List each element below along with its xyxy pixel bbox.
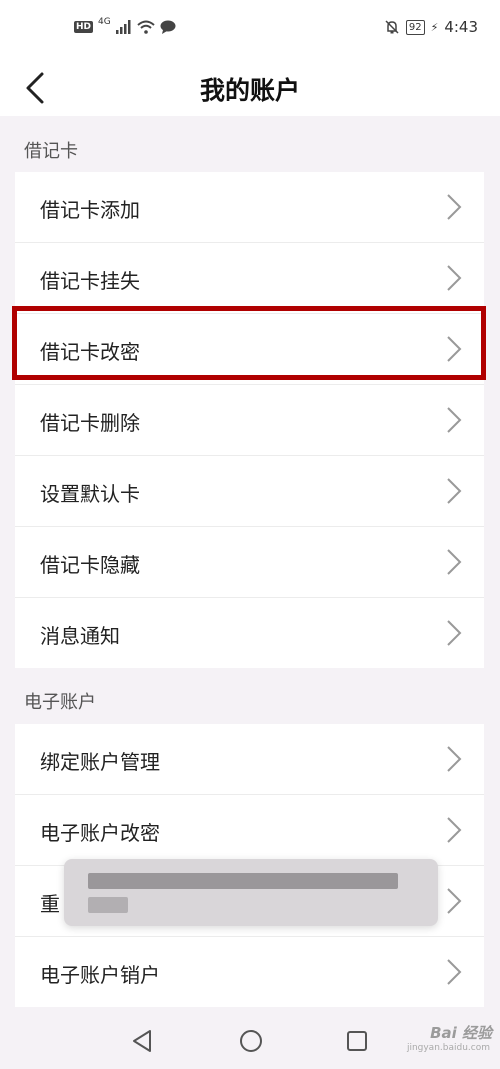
hd-badge: HD [74,21,94,33]
system-home-button[interactable] [236,1026,266,1056]
home-circle-icon [240,1030,262,1052]
list-item-set-default-card[interactable]: 设置默认卡 [15,456,484,527]
list-item-delete-card[interactable]: 借记卡删除 [15,385,484,456]
mute-bell-icon [385,20,399,34]
chevron-right-icon [447,746,462,772]
list-item-report-loss[interactable]: 借记卡挂失 [15,243,484,314]
section-header-debit-card: 借记卡 [24,141,78,162]
watermark-url: jingyan.baidu.com [406,1043,490,1053]
chevron-right-icon [447,959,462,985]
section-header-e-account: 电子账户 [24,692,96,713]
list-item-hide-card[interactable]: 借记卡隐藏 [15,527,484,598]
chevron-right-icon [447,407,462,433]
status-bar: HD 4G 92 ⚡ 4:43 [0,0,500,58]
blurred-text [88,897,128,913]
blurred-toast [64,859,438,926]
status-right: 92 ⚡ 4:43 [384,18,478,36]
list-item-label: 设置默认卡 [40,482,140,506]
list-item-add-debit-card[interactable]: 借记卡添加 [15,172,484,243]
list-item-label: 绑定账户管理 [40,750,160,774]
debit-card-group: 借记卡添加 借记卡挂失 借记卡改密 借记卡删除 设置默认卡 借记卡隐藏 消息通知 [15,172,484,668]
wifi-icon [137,20,155,34]
list-item-label: 重 [40,892,60,916]
list-item-bind-account[interactable]: 绑定账户管理 [15,724,484,795]
chevron-right-icon [447,817,462,843]
list-item-label: 借记卡改密 [40,340,140,364]
signal-icon [115,20,131,34]
watermark-logo: Bai 经验 [430,1024,492,1042]
list-item-label: 借记卡添加 [40,198,140,222]
chevron-right-icon [447,888,462,914]
chevron-right-icon [447,265,462,291]
list-item-label: 借记卡隐藏 [40,553,140,577]
system-nav-bar [0,1014,500,1069]
list-item-label: 消息通知 [40,624,120,648]
list-item-notifications[interactable]: 消息通知 [15,598,484,668]
system-recents-button[interactable] [342,1026,372,1056]
message-icon [160,20,176,34]
system-back-button[interactable] [128,1026,158,1056]
back-triangle-icon [133,1030,151,1052]
list-item-label: 电子账户销户 [40,963,160,987]
charging-icon: ⚡ [430,20,439,34]
clock: 4:43 [444,18,478,36]
network-type: 4G [98,17,111,27]
recents-square-icon [347,1031,367,1051]
chevron-right-icon [447,478,462,504]
chevron-right-icon [447,194,462,220]
nav-bar: 我的账户 [0,58,500,116]
chevron-right-icon [447,549,462,575]
blurred-text [88,873,398,889]
chevron-right-icon [447,336,462,362]
list-item-label: 借记卡挂失 [40,269,140,293]
status-left: HD 4G [74,17,176,34]
page-title: 我的账户 [199,76,300,105]
list-item-label: 电子账户改密 [40,821,160,845]
chevron-right-icon [447,620,462,646]
list-item-label: 借记卡删除 [40,411,140,435]
list-item-change-password[interactable]: 借记卡改密 [15,314,484,385]
list-item-e-account-password[interactable]: 电子账户改密 [15,795,484,866]
list-item-close-e-account[interactable]: 电子账户销户 [15,937,484,1007]
battery-icon: 92 [405,19,425,35]
